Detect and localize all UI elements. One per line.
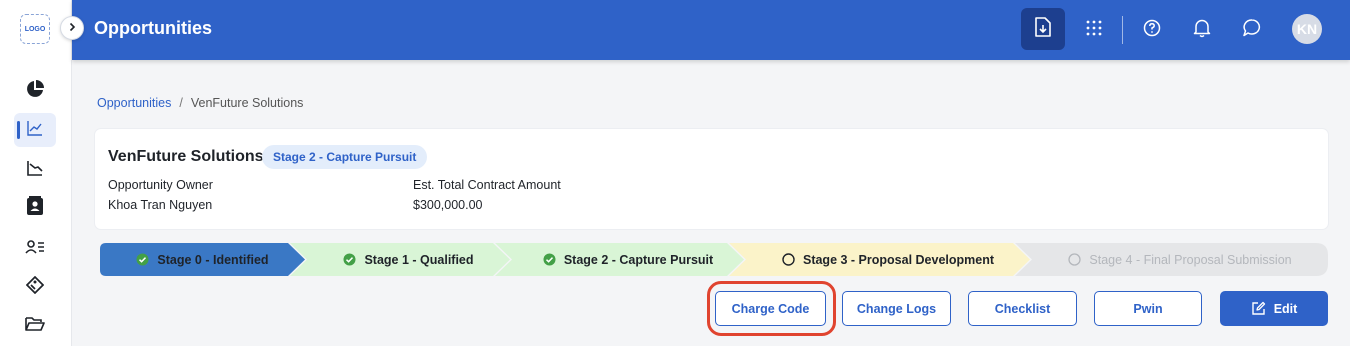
bell-icon (1193, 18, 1211, 43)
breadcrumb: Opportunities / VenFuture Solutions (97, 96, 303, 110)
sidebar-item-contacts[interactable] (14, 191, 56, 225)
breadcrumb-current: VenFuture Solutions (190, 96, 304, 110)
stage-badge: Stage 2 - Capture Pursuit (262, 145, 428, 169)
chat-bubble-icon (1242, 18, 1262, 43)
edit-button[interactable]: Edit (1220, 291, 1328, 326)
messages-button[interactable] (1236, 14, 1268, 46)
contact-card-icon (26, 195, 44, 221)
tag-icon (25, 275, 45, 299)
people-list-icon (25, 239, 45, 260)
download-report-button[interactable] (1021, 8, 1065, 50)
page-title: Opportunities (94, 18, 212, 38)
user-avatar[interactable]: KN (1292, 14, 1322, 44)
stage-label: Stage 2 - Capture Pursuit (563, 252, 714, 267)
check-circle-icon (543, 253, 556, 266)
breadcrumb-root-link[interactable]: Opportunities (97, 96, 171, 110)
check-circle-icon (136, 253, 149, 266)
sidebar-item-files[interactable] (14, 309, 56, 343)
check-circle-icon (343, 253, 356, 266)
stage-2[interactable]: Stage 2 - Capture Pursuit (512, 243, 744, 276)
amount-value: $300,000.00 (413, 198, 483, 212)
app-grid-button[interactable] (1078, 14, 1110, 46)
owner-value: Khoa Tran Nguyen (108, 198, 213, 212)
sidebar-item-opportunities[interactable] (14, 113, 56, 147)
sidebar-item-people[interactable] (14, 232, 56, 266)
change-logs-button[interactable]: Change Logs (842, 291, 951, 326)
opportunity-summary-card: VenFuture Solutions Stage 2 - Capture Pu… (95, 129, 1328, 229)
charge-code-button[interactable]: Charge Code (715, 291, 826, 326)
empty-circle-icon (782, 253, 795, 266)
file-download-icon (1034, 16, 1052, 42)
stage-3[interactable]: Stage 3 - Proposal Development (746, 243, 1030, 276)
edit-label: Edit (1273, 301, 1298, 316)
help-circle-icon (1143, 19, 1161, 42)
stage-label: Stage 1 - Qualified (364, 252, 474, 267)
amount-label: Est. Total Contract Amount (413, 178, 561, 192)
notifications-button[interactable] (1186, 14, 1218, 46)
sidebar-item-pipeline[interactable] (14, 153, 56, 187)
pwin-button[interactable]: Pwin (1094, 291, 1202, 326)
owner-label: Opportunity Owner (108, 178, 213, 192)
stage-1[interactable]: Stage 1 - Qualified (307, 243, 510, 276)
sidebar-item-tags[interactable] (14, 270, 56, 304)
pie-chart-icon (25, 79, 45, 104)
stage-progress-bar: Stage 0 - Identified Stage 1 - Qualified… (100, 243, 1328, 276)
stage-label: Stage 3 - Proposal Development (802, 252, 995, 267)
stage-0[interactable]: Stage 0 - Identified (100, 243, 305, 276)
edit-icon (1251, 301, 1266, 316)
breadcrumb-separator: / (179, 96, 183, 110)
trend-chart-icon (26, 119, 44, 142)
grid-dots-icon (1086, 20, 1102, 41)
top-header: Opportunities KN (72, 0, 1350, 60)
folder-open-icon (25, 316, 45, 337)
logo[interactable]: LOGO (20, 14, 50, 44)
empty-circle-icon (1068, 253, 1082, 266)
sidebar-item-dashboard[interactable] (14, 74, 56, 108)
sidebar: LOGO (0, 0, 72, 346)
sidebar-toggle-button[interactable] (60, 16, 84, 40)
chevron-right-icon (67, 19, 77, 37)
checklist-button[interactable]: Checklist (968, 291, 1077, 326)
stage-4[interactable]: Stage 4 - Final Proposal Submission (1032, 243, 1328, 276)
header-divider (1122, 16, 1123, 44)
help-button[interactable] (1136, 14, 1168, 46)
opportunity-name: VenFuture Solutions (108, 148, 264, 165)
stage-label: Stage 4 - Final Proposal Submission (1089, 252, 1292, 267)
decline-chart-icon (26, 159, 44, 182)
stage-label: Stage 0 - Identified (157, 252, 269, 267)
